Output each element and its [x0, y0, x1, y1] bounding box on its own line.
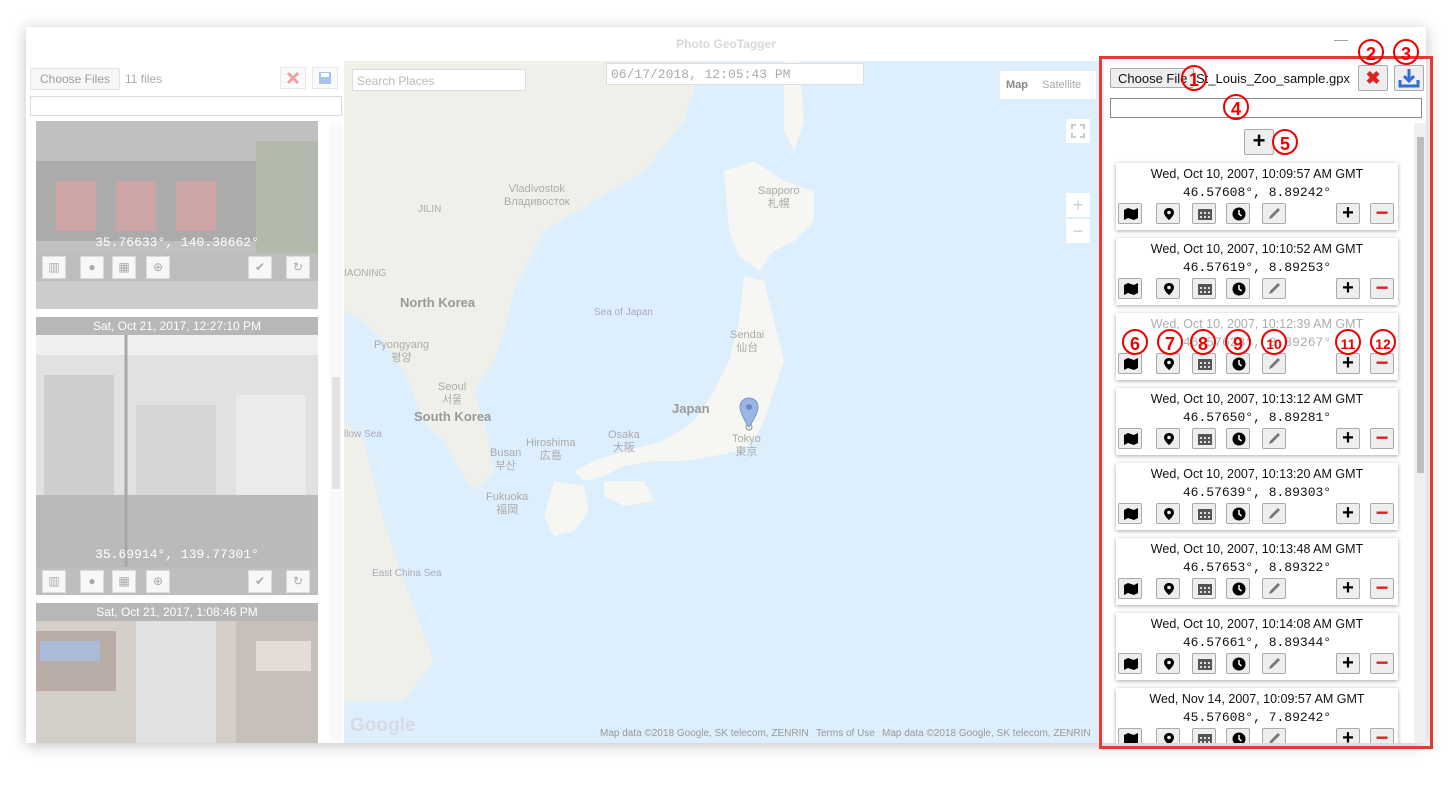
- map-type-control: Map Satellite: [1000, 71, 1096, 99]
- photo-list-scroll-thumb[interactable]: [332, 377, 340, 489]
- choose-files-button[interactable]: Choose Files: [30, 68, 120, 90]
- calendar-button[interactable]: ▦: [112, 570, 136, 593]
- photo-date: Sat, Oct 21, 2017, 1:08:46 PM: [36, 603, 318, 621]
- label-osaka: Osaka 大阪: [608, 429, 640, 454]
- terms-link[interactable]: Terms of Use: [816, 728, 875, 739]
- annotation-highlight-box: [1099, 56, 1433, 749]
- photo-date: Sat, Oct 21, 2017, 12:27:10 PM: [36, 317, 318, 335]
- minimize-button[interactable]: —: [1334, 31, 1348, 47]
- label-sea-of-japan: Sea of Japan: [594, 307, 653, 318]
- save-photos-button[interactable]: [312, 67, 338, 89]
- window-title: Photo GeoTagger: [676, 37, 776, 51]
- photo-coordinates: 35.69914°, 139.77301°: [95, 547, 259, 562]
- label-jilin: JILIN: [418, 204, 442, 215]
- label-east-china-sea: East China Sea: [372, 568, 442, 579]
- map-type-map[interactable]: Map: [1006, 79, 1028, 91]
- photo-thumbnail: [36, 335, 318, 567]
- label-sapporo: Sapporo 札幌: [758, 185, 800, 210]
- annotation-12: 12: [1370, 329, 1396, 355]
- annotation-4: 4: [1223, 94, 1249, 120]
- map-attribution-2: Map data ©2018 Google, SK telecom, ZENRI…: [882, 728, 1091, 739]
- annotation-11: 11: [1335, 329, 1361, 355]
- label-liaoning: IAONING: [344, 268, 387, 279]
- photo-coordinates: 35.76633°, 140.38662°: [95, 235, 259, 250]
- label-north-korea: North Korea: [400, 295, 476, 310]
- check-button[interactable]: ✔: [248, 256, 272, 279]
- map-type-satellite[interactable]: Satellite: [1042, 79, 1081, 91]
- photo-card[interactable]: Sat, Oct 21, 2017, 1:08:46 PM: [36, 603, 318, 743]
- photo-toolbar: ▥ ● ▦ ⊕ ✔ ↻: [36, 253, 318, 281]
- photo-thumbnail: [36, 621, 318, 743]
- annotation-9: 9: [1225, 329, 1251, 355]
- label-yellow-sea: llow Sea: [344, 429, 382, 440]
- map-view[interactable]: Search Places 06/17/2018, 12:05:43 PM Ma…: [344, 61, 1104, 743]
- close-icon: [286, 71, 300, 85]
- annotation-5: 5: [1272, 129, 1298, 155]
- map-button[interactable]: ▥: [42, 256, 66, 279]
- add-button[interactable]: ⊕: [146, 256, 170, 279]
- label-fukuoka: Fukuoka 福岡: [486, 491, 529, 516]
- annotation-2: 2: [1358, 39, 1384, 65]
- datetime-display[interactable]: 06/17/2018, 12:05:43 PM: [606, 63, 864, 85]
- annotation-3: 3: [1393, 39, 1419, 65]
- location-marker-icon[interactable]: [738, 397, 760, 431]
- pin-button[interactable]: ●: [80, 256, 104, 279]
- search-places-input[interactable]: Search Places: [352, 69, 526, 91]
- label-south-korea: South Korea: [414, 409, 492, 424]
- label-japan: Japan: [672, 401, 710, 416]
- annotation-8: 8: [1190, 329, 1216, 355]
- label-sendai: Sendai 仙台: [730, 329, 765, 354]
- label-pyongyang: Pyongyang 평양: [374, 339, 430, 364]
- clear-photos-button[interactable]: [280, 67, 306, 89]
- google-logo: Google: [350, 715, 416, 736]
- zoom-out-button[interactable]: −: [1066, 219, 1090, 243]
- zoom-in-button[interactable]: +: [1066, 193, 1090, 217]
- label-tokyo: Tokyo 東京: [732, 433, 761, 458]
- reset-button[interactable]: ↻: [286, 570, 310, 593]
- photo-toolbar: ▥ ● ▦ ⊕ ✔ ↻: [36, 567, 318, 595]
- label-vladivostok: Vladivostok Владивосток: [504, 183, 570, 208]
- file-count: 11 files: [125, 72, 163, 86]
- calendar-button[interactable]: ▦: [112, 256, 136, 279]
- reset-button[interactable]: ↻: [286, 256, 310, 279]
- annotation-10: 10: [1261, 329, 1287, 355]
- annotation-7: 7: [1157, 329, 1183, 355]
- save-icon: [319, 72, 331, 84]
- label-hiroshima: Hiroshima 広島: [526, 437, 576, 462]
- map-attribution: Map data ©2018 Google, SK telecom, ZENRI…: [600, 728, 809, 739]
- photo-filter-input[interactable]: [30, 96, 342, 116]
- photo-panel: Choose Files 11 files 35.76633°, 140.386…: [26, 61, 344, 743]
- photo-card[interactable]: 35.76633°, 140.38662° ▥ ● ▦ ⊕ ✔ ↻: [36, 121, 318, 309]
- add-button[interactable]: ⊕: [146, 570, 170, 593]
- fullscreen-icon: [1071, 124, 1085, 138]
- annotation-6: 6: [1122, 329, 1148, 355]
- map-button[interactable]: ▥: [42, 570, 66, 593]
- fullscreen-button[interactable]: [1066, 119, 1090, 143]
- pin-button[interactable]: ●: [80, 570, 104, 593]
- label-busan: Busan 부산: [490, 447, 522, 472]
- photo-card[interactable]: Sat, Oct 21, 2017, 12:27:10 PM 35.69914°…: [36, 317, 318, 595]
- check-button[interactable]: ✔: [248, 570, 272, 593]
- annotation-1: 1: [1181, 65, 1207, 91]
- label-seoul: Seoul 서울: [438, 381, 467, 406]
